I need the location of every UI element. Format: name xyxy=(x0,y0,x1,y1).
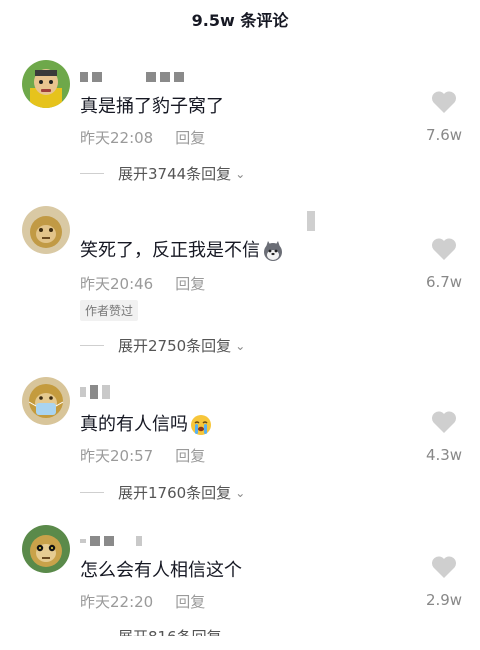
reply-button[interactable]: 回复 xyxy=(175,129,205,147)
comment-time: 昨天22:20 xyxy=(80,593,154,611)
comments-title: 9.5w 条评论 xyxy=(191,11,289,30)
heart-icon xyxy=(431,91,457,113)
blurred-mark xyxy=(307,211,315,231)
like-button[interactable]: 7.6w xyxy=(424,90,464,144)
avatar[interactable] xyxy=(22,377,70,425)
divider xyxy=(80,345,104,346)
husky-emoji-icon xyxy=(262,240,284,262)
comment-time: 昨天20:46 xyxy=(80,275,154,293)
like-button[interactable]: 6.7w xyxy=(424,237,464,291)
username-blurred[interactable] xyxy=(80,385,114,399)
author-liked-badge: 作者赞过 xyxy=(80,300,139,321)
expand-replies-button[interactable]: 展开1760条回复 ⌄ xyxy=(80,482,245,503)
expand-replies-button[interactable]: 展开3744条回复 ⌄ xyxy=(80,163,245,184)
divider xyxy=(80,173,104,174)
comment-meta: 昨天20:46 回复 xyxy=(80,273,205,294)
heart-icon xyxy=(431,556,457,578)
comment-text-content: 笑死了，反正我是不信 xyxy=(80,240,260,261)
username-blurred[interactable] xyxy=(80,70,188,84)
heart-icon xyxy=(431,411,457,433)
comment-meta: 昨天22:08 回复 xyxy=(80,127,205,148)
expand-replies-label: 展开2750条回复 xyxy=(118,337,232,355)
like-count: 7.6w xyxy=(425,126,463,144)
bottom-overlay xyxy=(0,636,480,650)
comment-meta: 昨天22:20 回复 xyxy=(80,591,205,612)
comment-time: 昨天22:08 xyxy=(80,129,154,147)
avatar[interactable] xyxy=(22,525,70,573)
expand-replies-button[interactable]: 展开2750条回复 ⌄ xyxy=(80,335,245,356)
divider xyxy=(80,492,104,493)
heart-icon xyxy=(431,238,457,260)
reply-button[interactable]: 回复 xyxy=(175,447,205,465)
avatar[interactable] xyxy=(22,60,70,108)
chevron-down-icon: ⌄ xyxy=(235,338,246,353)
like-count: 4.3w xyxy=(425,446,463,464)
username-blurred[interactable] xyxy=(80,534,146,548)
comment-text: 真的有人信吗 xyxy=(80,410,212,436)
comment-text-content: 真的有人信吗 xyxy=(80,414,188,435)
expand-replies-label: 展开3744条回复 xyxy=(118,165,232,183)
like-count: 2.9w xyxy=(425,591,463,609)
like-button[interactable]: 4.3w xyxy=(424,410,464,464)
comment-time: 昨天20:57 xyxy=(80,447,154,465)
avatar[interactable] xyxy=(22,206,70,254)
comment-text: 笑死了，反正我是不信 xyxy=(80,236,284,262)
expand-replies-label: 展开1760条回复 xyxy=(118,484,232,502)
reply-button[interactable]: 回复 xyxy=(175,593,205,611)
crying-emoji-icon xyxy=(190,414,212,436)
reply-button[interactable]: 回复 xyxy=(175,275,205,293)
like-count: 6.7w xyxy=(425,273,463,291)
chevron-down-icon: ⌄ xyxy=(235,166,246,181)
comment-text: 怎么会有人相信这个 xyxy=(80,560,242,581)
comment-text: 真是捅了豹子窝了 xyxy=(80,96,224,117)
chevron-down-icon: ⌄ xyxy=(235,485,246,500)
comment-meta: 昨天20:57 回复 xyxy=(80,445,205,466)
like-button[interactable]: 2.9w xyxy=(424,555,464,609)
